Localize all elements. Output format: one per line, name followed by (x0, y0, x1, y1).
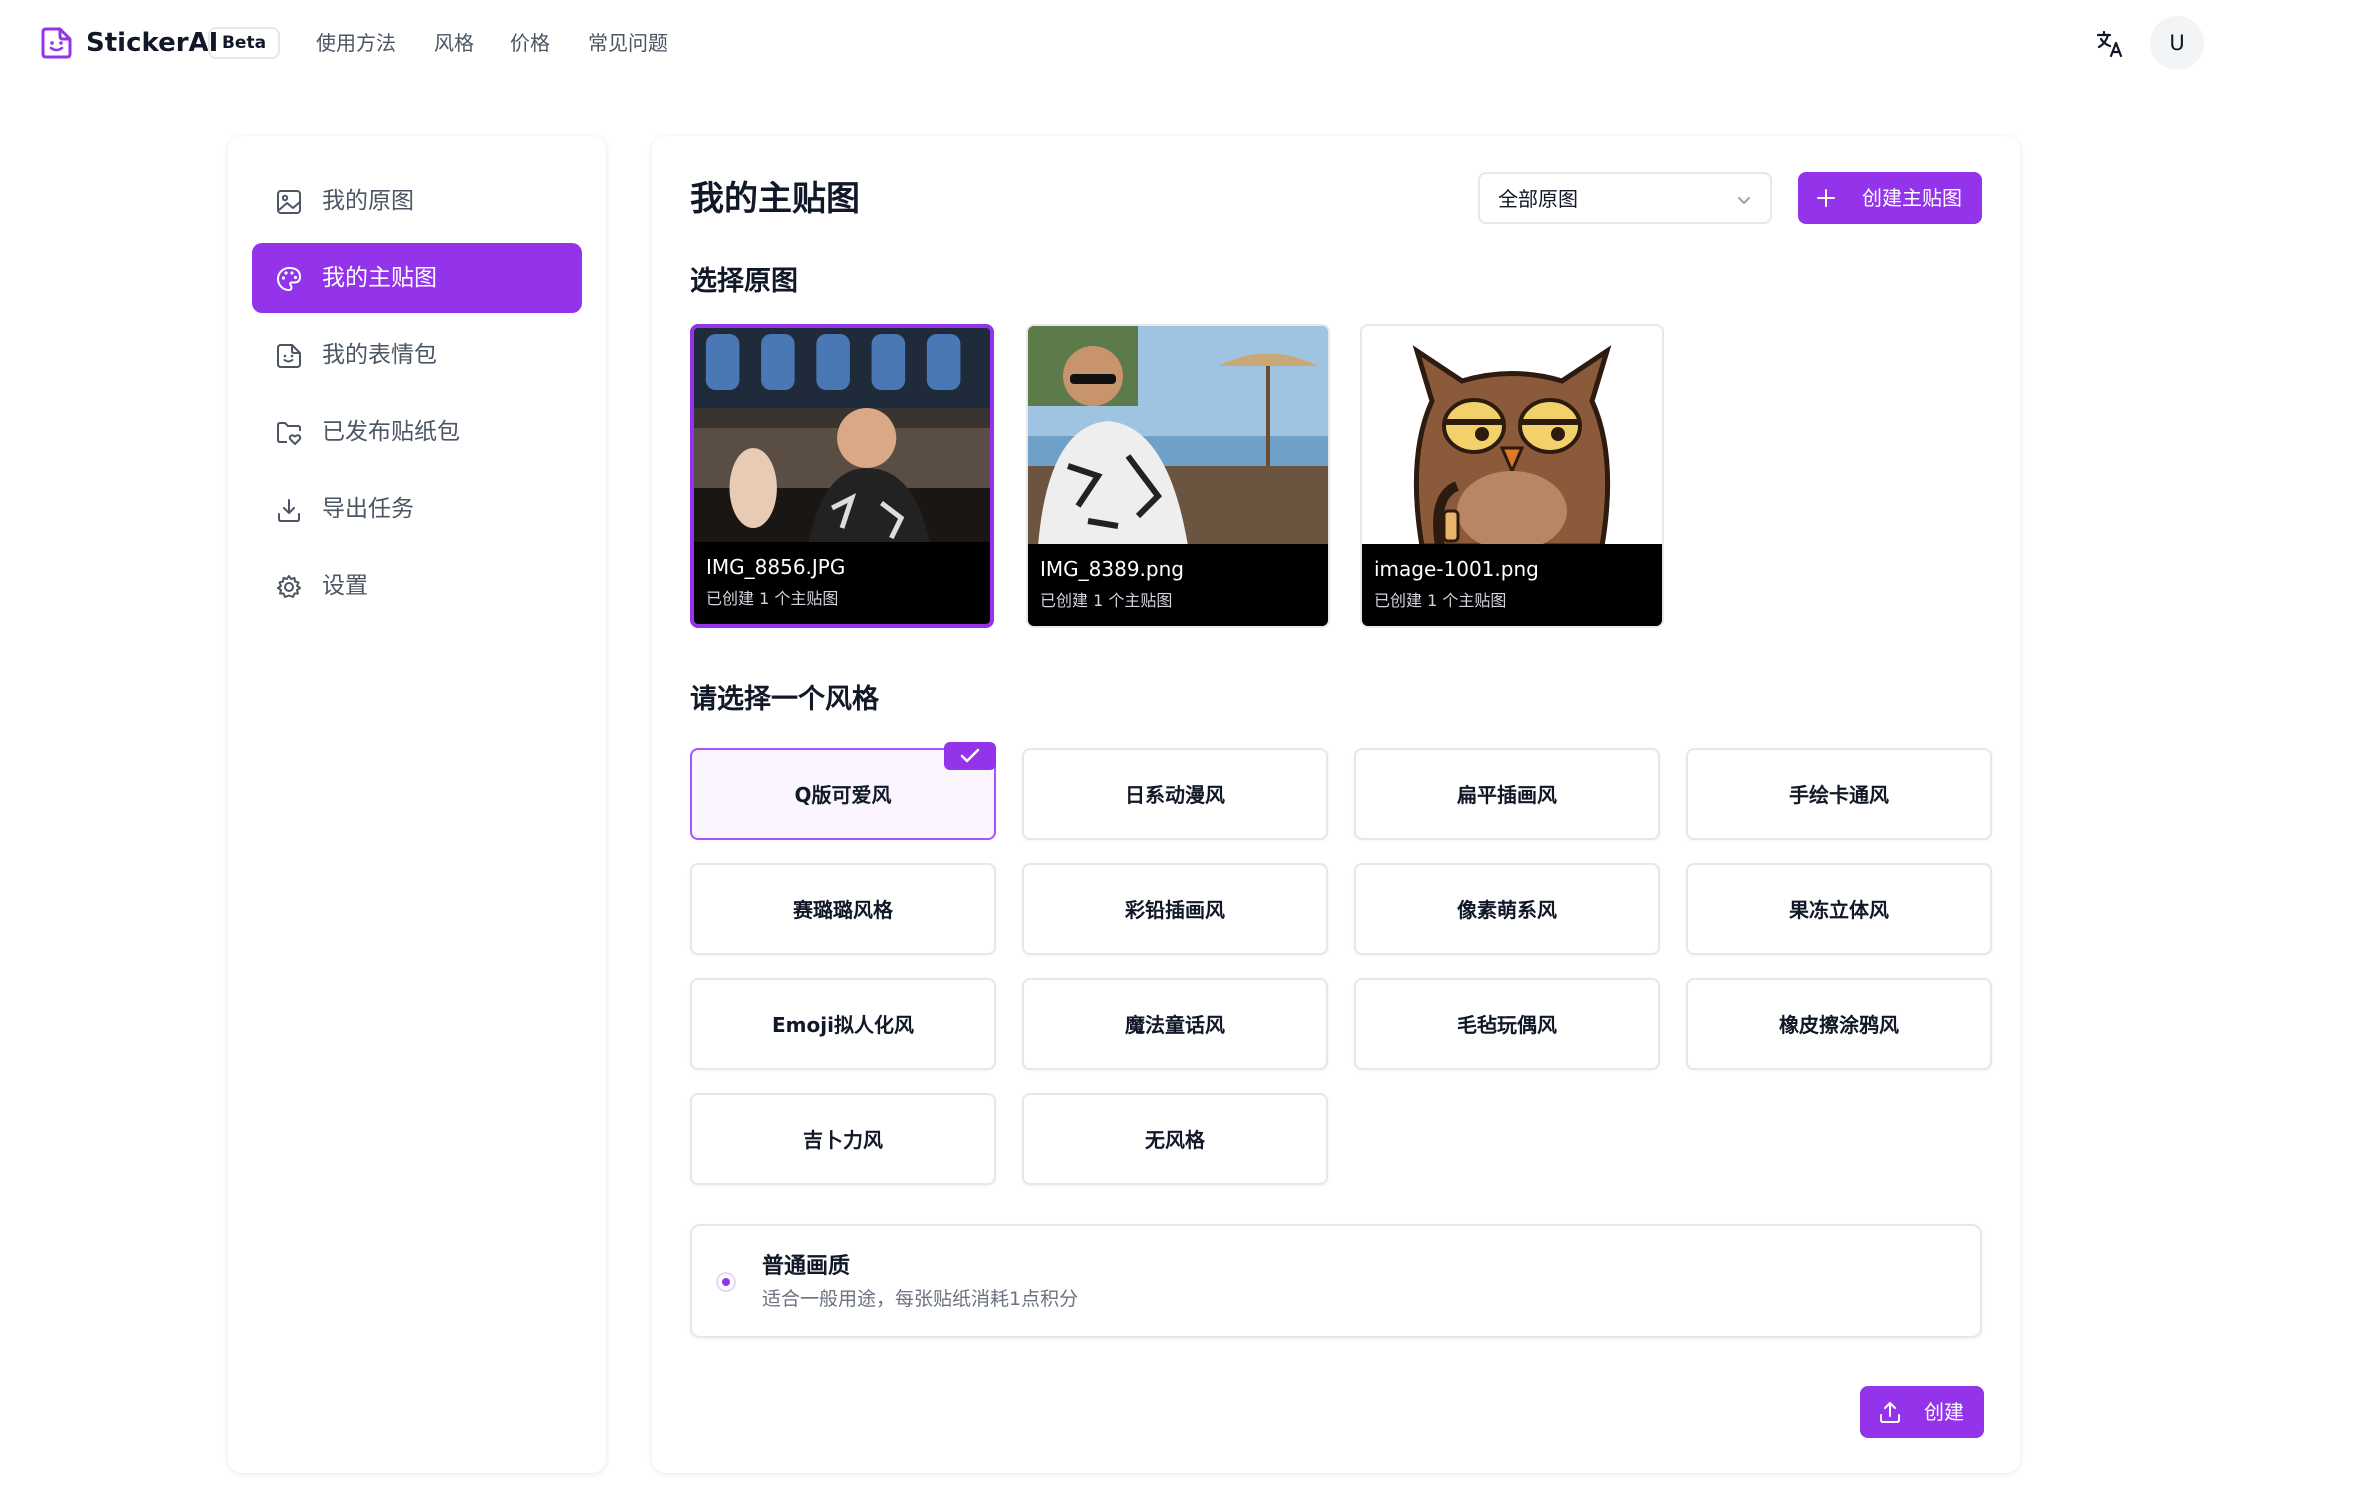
style-option[interactable]: 吉卜力风 (690, 1093, 996, 1185)
style-label: 彩铅插画风 (1125, 898, 1225, 922)
palette-icon (277, 267, 301, 291)
upload-icon (1880, 1402, 1900, 1423)
photo-meta: 已创建 1 个主贴图 (1040, 591, 1173, 610)
style-option[interactable]: 扁平插画风 (1354, 748, 1660, 840)
sidebar-item-my-main-stickers[interactable]: 我的主贴图 (252, 243, 582, 313)
style-label: 扁平插画风 (1457, 783, 1557, 807)
owl-illustration (1362, 326, 1662, 546)
style-label: 魔法童话风 (1125, 1013, 1225, 1037)
quality-option[interactable]: 普通画质 适合一般用途，每张贴纸消耗1点积分 (690, 1224, 1982, 1338)
sidebar-item-label: 导出任务 (322, 496, 414, 522)
photo-card[interactable]: IMG_8856.JPG 已创建 1 个主贴图 (690, 324, 994, 628)
sidebar-item-published-packs[interactable]: 已发布贴纸包 (252, 397, 582, 467)
quality-title: 普通画质 (762, 1254, 851, 1279)
style-label: 日系动漫风 (1125, 783, 1225, 807)
sidebar-item-label: 我的原图 (322, 188, 414, 214)
sidebar-item-settings[interactable]: 设置 (252, 551, 582, 621)
nav-link-how-to[interactable]: 使用方法 (316, 30, 396, 56)
photo-thumbnail (694, 328, 990, 548)
style-label: 像素萌系风 (1457, 898, 1557, 922)
nav-link-styles[interactable]: 风格 (434, 30, 474, 56)
style-label: 无风格 (1145, 1128, 1205, 1152)
sidebar-item-my-originals[interactable]: 我的原图 (252, 166, 582, 236)
create-main-sticker-button[interactable]: 创建主贴图 (1798, 172, 1982, 224)
sticker-logo-icon[interactable] (40, 26, 74, 60)
sidebar-item-my-emoji-packs[interactable]: 我的表情包 (252, 320, 582, 390)
photo-thumbnail (1028, 326, 1328, 546)
photo-caption: IMG_8856.JPG 已创建 1 个主贴图 (694, 542, 990, 624)
user-avatar[interactable]: U (2150, 16, 2204, 70)
style-option[interactable]: 果冻立体风 (1686, 863, 1992, 955)
photo-card[interactable]: IMG_8389.png 已创建 1 个主贴图 (1026, 324, 1330, 628)
nav-link-pricing[interactable]: 价格 (510, 30, 550, 56)
main-panel: 我的主贴图 全部原图 创建主贴图 选择原图 IMG_8856.JPG 已创建 1 (652, 136, 2020, 1473)
sticker-icon (277, 344, 301, 368)
style-option[interactable]: 魔法童话风 (1022, 978, 1328, 1070)
brand-name[interactable]: StickerAI (86, 27, 218, 59)
nav-link-faq[interactable]: 常见问题 (588, 30, 668, 56)
sidebar-item-label: 已发布贴纸包 (322, 419, 460, 445)
sidebar: 我的原图 我的主贴图 我的表情包 已发布贴纸包 导出任务 设置 (228, 136, 606, 1473)
beta-badge: Beta (208, 27, 280, 59)
style-option[interactable]: 橡皮擦涂鸦风 (1686, 978, 1992, 1070)
style-option[interactable]: 无风格 (1022, 1093, 1328, 1185)
photo-filename: IMG_8389.png (1040, 557, 1184, 581)
source-filter-select[interactable]: 全部原图 (1478, 172, 1772, 224)
top-nav: StickerAI Beta 使用方法 风格 价格 常见问题 U (0, 0, 2374, 84)
plus-icon (1817, 189, 1835, 207)
style-option[interactable]: 赛璐璐风格 (690, 863, 996, 955)
page-title: 我的主贴图 (690, 179, 860, 219)
button-label: 创建主贴图 (1862, 186, 1962, 210)
photo-card[interactable]: image-1001.png 已创建 1 个主贴图 (1360, 324, 1664, 628)
sidebar-item-label: 设置 (322, 573, 368, 599)
check-icon (960, 748, 980, 763)
style-option[interactable]: Q版可爱风 (690, 742, 996, 840)
photo-caption: IMG_8389.png 已创建 1 个主贴图 (1028, 544, 1328, 626)
create-button[interactable]: 创建 (1860, 1386, 1984, 1438)
style-option[interactable]: Emoji拟人化风 (690, 978, 996, 1070)
photo-meta: 已创建 1 个主贴图 (706, 589, 839, 608)
photo-filename: image-1001.png (1374, 557, 1539, 581)
download-icon (278, 499, 300, 522)
chevron-down-icon (1738, 197, 1750, 204)
selected-badge (944, 742, 996, 770)
image-icon (277, 190, 301, 214)
sidebar-item-label: 我的主贴图 (322, 265, 437, 291)
style-label: Emoji拟人化风 (772, 1013, 914, 1037)
folder-heart-icon (277, 422, 302, 445)
photo-meta: 已创建 1 个主贴图 (1374, 591, 1507, 610)
sidebar-item-label: 我的表情包 (322, 342, 437, 368)
select-source-title: 选择原图 (690, 266, 798, 297)
button-label: 创建 (1924, 1400, 1964, 1424)
style-label: 毛毡玩偶风 (1457, 1013, 1557, 1037)
quality-radio[interactable] (716, 1272, 736, 1292)
style-label: 橡皮擦涂鸦风 (1779, 1013, 1899, 1037)
quality-description: 适合一般用途，每张贴纸消耗1点积分 (762, 1288, 1079, 1310)
style-label: 吉卜力风 (803, 1128, 883, 1152)
style-option[interactable]: 彩铅插画风 (1022, 863, 1328, 955)
style-section-title: 请选择一个风格 (690, 684, 879, 715)
sidebar-item-export-tasks[interactable]: 导出任务 (252, 474, 582, 544)
gear-icon (277, 575, 301, 598)
style-label: 手绘卡通风 (1789, 783, 1889, 807)
radio-dot (722, 1278, 730, 1286)
style-label: 赛璐璐风格 (793, 898, 893, 922)
style-option[interactable]: 像素萌系风 (1354, 863, 1660, 955)
photo-caption: image-1001.png 已创建 1 个主贴图 (1362, 544, 1662, 626)
photo-filename: IMG_8856.JPG (706, 555, 846, 579)
style-option[interactable]: 毛毡玩偶风 (1354, 978, 1660, 1070)
translate-icon[interactable] (2090, 24, 2130, 64)
style-option[interactable]: 日系动漫风 (1022, 748, 1328, 840)
select-value: 全部原图 (1498, 187, 1578, 211)
style-option[interactable]: 手绘卡通风 (1686, 748, 1992, 840)
style-label: Q版可爱风 (794, 783, 892, 807)
style-label: 果冻立体风 (1789, 898, 1889, 922)
